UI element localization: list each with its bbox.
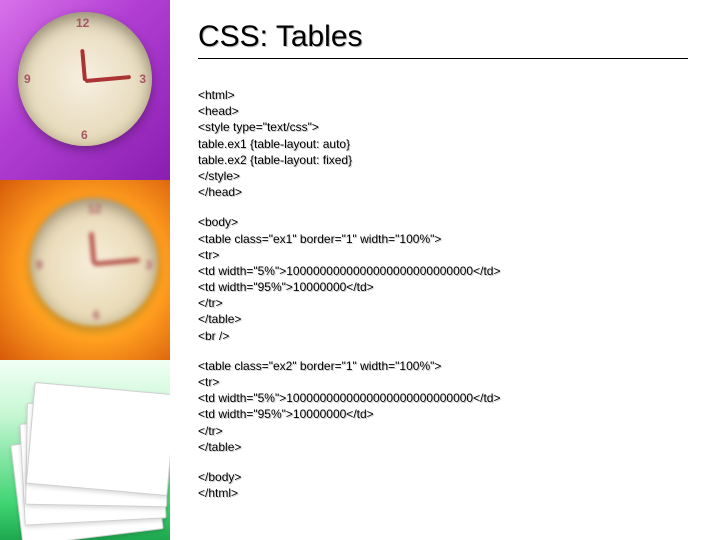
tile-clock-orange: 12369 bbox=[0, 180, 170, 360]
paper-stack-icon bbox=[10, 380, 160, 540]
slide-title: CSS: Tables bbox=[198, 20, 700, 54]
decorative-sidebar: 12369 12369 bbox=[0, 0, 170, 540]
code-body1: <body> <table class="ex1" border="1" wid… bbox=[198, 214, 700, 344]
code-body2: <table class="ex2" border="1" width="100… bbox=[198, 358, 700, 455]
title-underline bbox=[198, 58, 688, 59]
tile-clock-purple: 12369 bbox=[0, 0, 170, 180]
tile-papers-green bbox=[0, 360, 170, 540]
clock-icon: 12369 bbox=[30, 198, 158, 326]
clock-icon: 12369 bbox=[18, 12, 152, 146]
code-close: </body> </html> bbox=[198, 469, 700, 501]
slide-content: CSS: Tables <html> <head> <style type="t… bbox=[198, 20, 700, 501]
code-head: <html> <head> <style type="text/css"> ta… bbox=[198, 87, 700, 200]
